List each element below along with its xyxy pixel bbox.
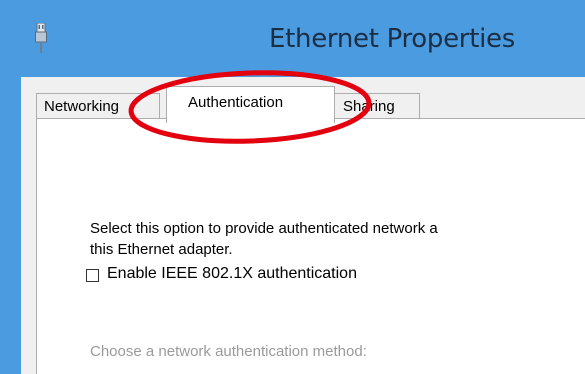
window-frame bbox=[0, 77, 21, 374]
tab-authentication[interactable]: Authentication bbox=[166, 86, 335, 123]
description-line-2: this Ethernet adapter. bbox=[90, 241, 233, 258]
enable-8021x-label[interactable]: Enable IEEE 802.1X authentication bbox=[107, 265, 357, 283]
tab-networking[interactable]: Networking bbox=[36, 93, 160, 119]
title-bar: Ethernet Properties bbox=[0, 0, 585, 77]
window-title: Ethernet Properties bbox=[269, 24, 515, 54]
enable-8021x-option[interactable]: Enable IEEE 802.1X authentication bbox=[86, 265, 357, 283]
description-line-1: Select this option to provide authentica… bbox=[90, 220, 438, 237]
network-adapter-icon bbox=[35, 23, 47, 53]
tab-sharing[interactable]: Sharing bbox=[334, 93, 420, 119]
description-text: Select this option to provide authentica… bbox=[90, 218, 438, 260]
auth-method-label: Choose a network authentication method: bbox=[90, 343, 367, 360]
enable-8021x-checkbox[interactable] bbox=[86, 268, 99, 282]
